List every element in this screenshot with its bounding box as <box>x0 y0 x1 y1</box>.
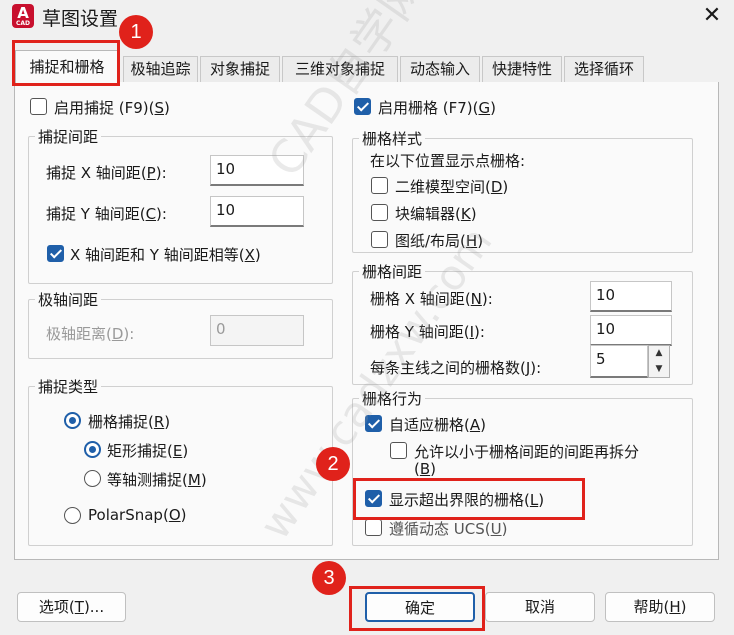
follow-dynamic-ucs-checkbox[interactable] <box>365 519 382 536</box>
major-line-count-label: 每条主线之间的栅格数(J): <box>370 359 542 377</box>
snap-y-spacing-input[interactable]: 10 <box>210 196 304 227</box>
enable-snap-checkbox[interactable] <box>30 98 47 115</box>
grid-snap-label: 栅格捕捉(R) <box>88 413 171 431</box>
options-button[interactable]: 选项(T)... <box>17 592 126 622</box>
callout-1-badge: 1 <box>119 15 153 49</box>
enable-snap-label: 启用捕捉 (F9)(S) <box>54 99 170 117</box>
grid-y-spacing-input[interactable]: 10 <box>590 315 672 346</box>
stepper-down-icon[interactable]: ▼ <box>649 362 669 377</box>
grid-x-spacing-input[interactable]: 10 <box>590 281 672 312</box>
snap-x-spacing-input[interactable]: 10 <box>210 155 304 186</box>
tab-polar-tracking[interactable]: 极轴追踪 <box>123 56 198 82</box>
block-editor-checkbox[interactable] <box>371 204 388 221</box>
isometric-snap-label: 等轴测捕捉(M) <box>107 471 207 489</box>
grid-x-spacing-label: 栅格 X 轴间距(N): <box>370 290 493 308</box>
equal-xy-spacing-label: X 轴间距和 Y 轴间距相等(X) <box>70 246 261 264</box>
callout-3-badge: 3 <box>312 561 346 595</box>
model-space-label: 二维模型空间(D) <box>395 178 509 196</box>
isometric-snap-radio[interactable] <box>84 470 101 487</box>
subdivide-label: 允许以小于栅格间距的间距再拆分 <box>414 443 640 461</box>
stepper-up-icon[interactable]: ▲ <box>649 346 669 361</box>
dialog-title: 草图设置 <box>42 8 119 30</box>
snap-spacing-group-label: 捕捉间距 <box>35 126 102 147</box>
tab-selection-cycling[interactable]: 选择循环 <box>564 56 644 82</box>
adaptive-grid-checkbox[interactable] <box>365 415 382 432</box>
subdivide-checkbox[interactable] <box>390 442 407 459</box>
grid-snap-radio[interactable] <box>64 412 81 429</box>
tab-object-snap[interactable]: 对象捕捉 <box>200 56 280 82</box>
adaptive-grid-label: 自适应栅格(A) <box>389 416 486 434</box>
tab-quick-properties[interactable]: 快捷特性 <box>482 56 562 82</box>
rectangular-snap-radio[interactable] <box>84 441 101 458</box>
grid-spacing-group-label: 栅格间距 <box>359 261 426 282</box>
polar-distance-input[interactable]: 0 <box>210 315 304 346</box>
rectangular-snap-label: 矩形捕捉(E) <box>107 442 189 460</box>
grid-behavior-group-label: 栅格行为 <box>359 388 426 409</box>
grid-y-spacing-label: 栅格 Y 轴间距(I): <box>370 323 485 341</box>
help-button[interactable]: 帮助(H) <box>605 592 715 622</box>
snap-type-group-label: 捕捉类型 <box>35 376 102 397</box>
major-line-count-stepper[interactable]: ▲ ▼ <box>648 345 670 378</box>
close-icon[interactable]: ✕ <box>700 2 724 30</box>
grid-style-group-label: 栅格样式 <box>359 128 426 149</box>
enable-grid-checkbox[interactable] <box>354 98 371 115</box>
sheet-layout-label: 图纸/布局(H) <box>395 232 484 250</box>
subdivide-label-shortcut: (B) <box>414 460 437 478</box>
enable-grid-label: 启用栅格 (F7)(G) <box>378 99 496 117</box>
callout-3-box <box>349 586 485 631</box>
cancel-button[interactable]: 取消 <box>485 592 595 622</box>
model-space-checkbox[interactable] <box>371 177 388 194</box>
autocad-app-icon: A CAD <box>12 4 34 28</box>
block-editor-label: 块编辑器(K) <box>395 205 477 223</box>
polar-distance-label: 极轴距离(D): <box>46 325 135 343</box>
polar-spacing-group-label: 极轴间距 <box>35 289 102 310</box>
snap-x-spacing-label: 捕捉 X 轴间距(P): <box>46 164 167 182</box>
equal-xy-spacing-checkbox[interactable] <box>47 245 64 262</box>
grid-style-description: 在以下位置显示点栅格: <box>370 152 526 170</box>
tab-dynamic-input[interactable]: 动态输入 <box>400 56 480 82</box>
polarsnap-radio[interactable] <box>64 507 81 524</box>
snap-y-spacing-label: 捕捉 Y 轴间距(C): <box>46 205 167 223</box>
callout-2-badge: 2 <box>316 447 350 481</box>
polarsnap-label: PolarSnap(O) <box>88 506 187 524</box>
sheet-layout-checkbox[interactable] <box>371 231 388 248</box>
callout-1-box <box>12 40 120 86</box>
tab-3d-object-snap[interactable]: 三维对象捕捉 <box>282 56 398 82</box>
callout-2-box <box>353 478 585 520</box>
major-line-count-input[interactable]: 5 <box>590 345 648 378</box>
follow-dynamic-ucs-label: 遵循动态 UCS(U) <box>389 520 508 538</box>
